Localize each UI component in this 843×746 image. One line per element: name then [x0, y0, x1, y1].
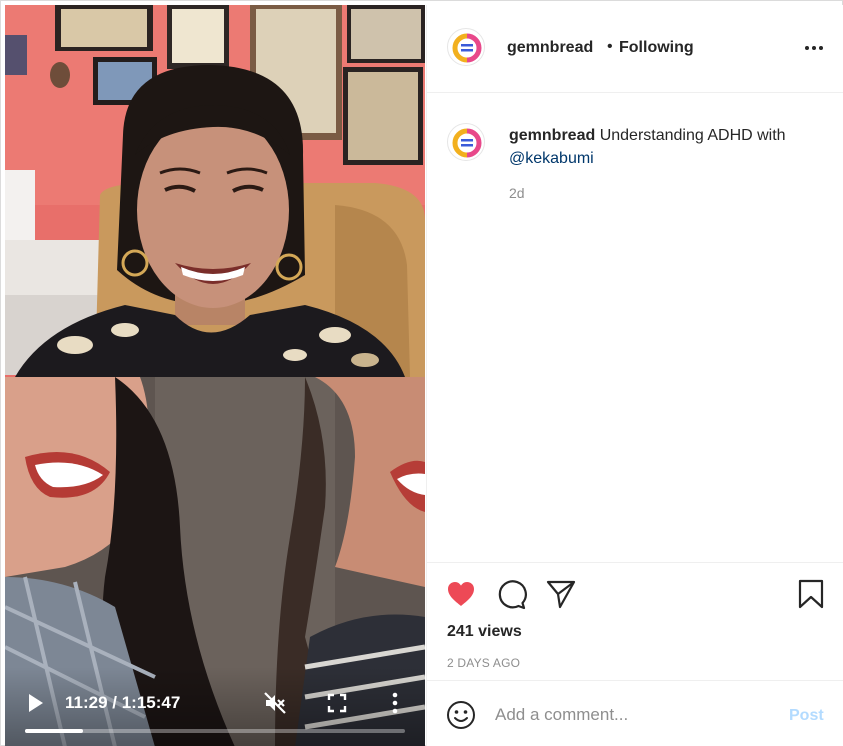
video-more-options-icon[interactable]: [389, 691, 401, 715]
heart-icon[interactable]: [445, 578, 477, 610]
post-comment-button[interactable]: Post: [789, 707, 824, 725]
video-time-display: 11:29 / 1:15:47: [65, 693, 181, 712]
gemnbread-logo-icon: [452, 128, 482, 158]
post-header: gemnbread • Following: [427, 5, 843, 93]
live-video-player[interactable]: 11:29 / 1:15:47: [5, 5, 425, 746]
video-progress-bar[interactable]: [25, 729, 405, 733]
avatar[interactable]: [447, 28, 485, 66]
comment-input[interactable]: [495, 698, 765, 732]
view-count[interactable]: 241 views: [447, 623, 522, 641]
play-icon[interactable]: [27, 693, 45, 713]
muted-speaker-icon[interactable]: [263, 691, 287, 715]
video-controls: 11:29 / 1:15:47: [5, 667, 425, 746]
caption-avatar[interactable]: [447, 123, 485, 161]
following-button[interactable]: Following: [619, 39, 694, 57]
video-progress-fill: [25, 729, 83, 733]
smiley-icon[interactable]: [446, 700, 476, 730]
instagram-post-modal: 11:29 / 1:15:47 gemnbread • Following ge…: [0, 0, 843, 746]
more-options-icon[interactable]: [803, 37, 825, 59]
fullscreen-icon[interactable]: [327, 693, 347, 713]
post-actions: 241 views 2 DAYS AGO: [427, 562, 843, 680]
caption-body: Understanding ADHD with: [599, 127, 786, 144]
caption-username[interactable]: gemnbread: [509, 127, 595, 144]
caption-mention-link[interactable]: @kekabumi: [509, 150, 594, 167]
host-camera-feed: [5, 5, 425, 377]
bookmark-icon[interactable]: [795, 578, 827, 610]
comment-icon[interactable]: [495, 578, 527, 610]
caption-timestamp[interactable]: 2d: [509, 185, 525, 201]
header-username[interactable]: gemnbread: [507, 39, 593, 57]
header-separator-dot: •: [607, 38, 613, 55]
paper-plane-icon[interactable]: [545, 578, 577, 610]
post-date[interactable]: 2 DAYS AGO: [447, 656, 520, 670]
post-details-panel: gemnbread • Following gemnbread Understa…: [426, 5, 843, 746]
comment-form: Post: [427, 680, 843, 746]
caption-text: gemnbread Understanding ADHD with @kekab…: [509, 124, 819, 170]
gemnbread-logo-icon: [452, 33, 482, 63]
